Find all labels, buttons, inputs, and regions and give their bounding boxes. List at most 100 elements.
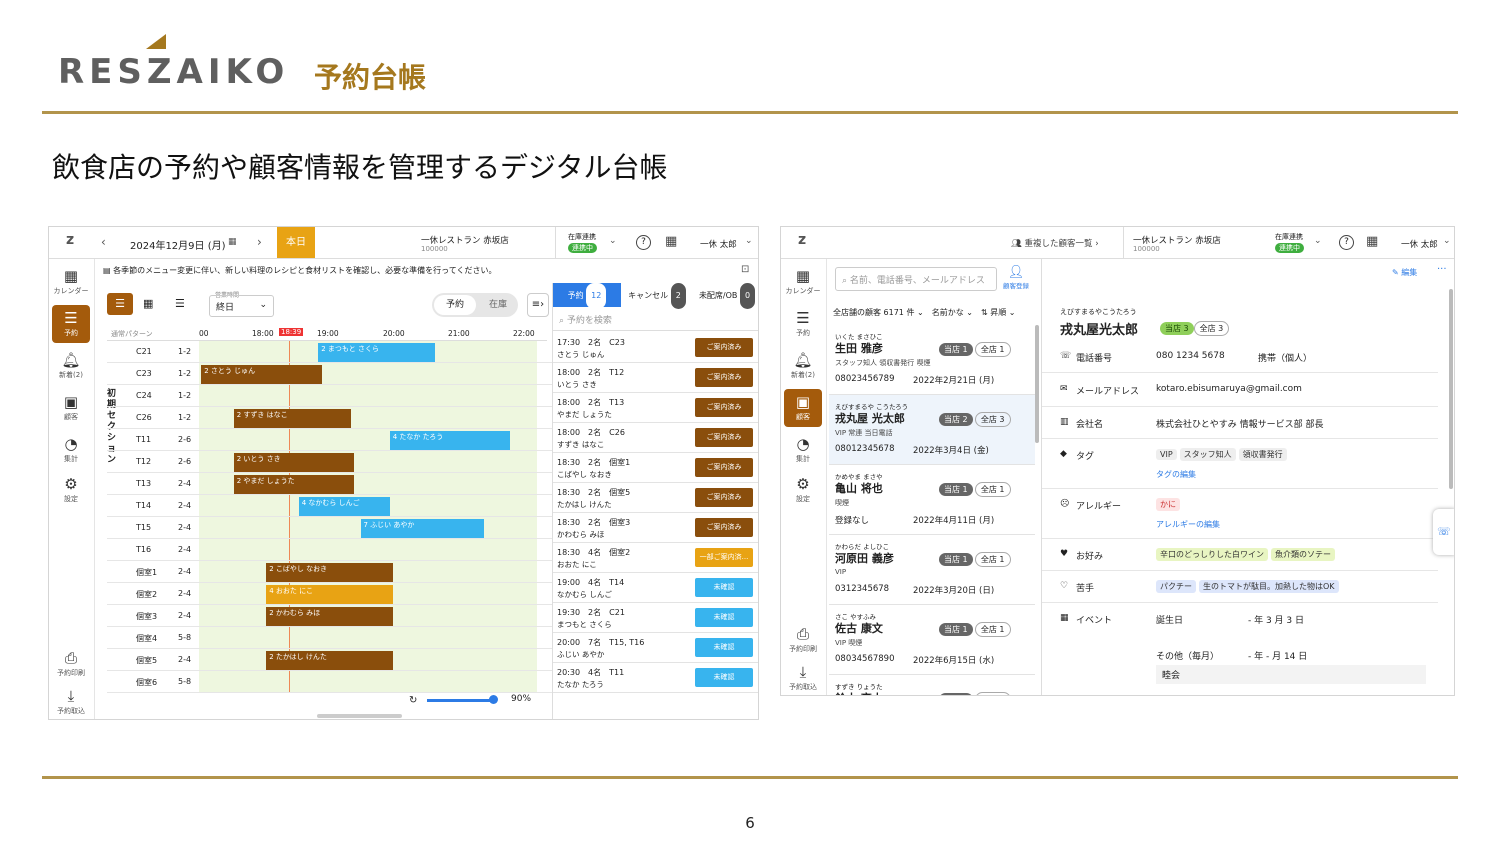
- sidebar-item-stats[interactable]: ◔ 集計: [52, 431, 90, 469]
- help-icon[interactable]: ?: [636, 235, 651, 250]
- status-button[interactable]: ご案内済み: [695, 398, 753, 417]
- reservation-bar[interactable]: 4 おおた にこ: [266, 585, 393, 604]
- phone-call-icon[interactable]: ☏: [1433, 509, 1454, 555]
- sidebar-item-calendar[interactable]: ▦ カレンダー: [52, 263, 90, 301]
- sidebar-item-new[interactable]: 🔔︎ 新着(2): [52, 347, 90, 385]
- zoom-slider[interactable]: [427, 699, 497, 702]
- hours-select[interactable]: 終日 ⌄: [209, 295, 274, 317]
- zoom-slider-handle[interactable]: [489, 695, 498, 704]
- help-icon[interactable]: ?: [1339, 235, 1354, 250]
- status-button[interactable]: ご案内済み: [695, 428, 753, 447]
- horizontal-scrollbar[interactable]: [317, 714, 402, 718]
- sidebar-item-print[interactable]: ⎙ 予約印刷: [784, 621, 822, 659]
- list-scrollbar[interactable]: [1035, 325, 1039, 443]
- panel-toggle-icon[interactable]: ≡›: [527, 293, 549, 317]
- reservation-bar[interactable]: 2 こばやし なおき: [266, 563, 393, 582]
- status-button[interactable]: ご案内済み: [695, 488, 753, 507]
- date-label[interactable]: 2024年12月9日 (月): [130, 237, 226, 252]
- today-button[interactable]: 本日: [277, 227, 315, 258]
- reservation-bar[interactable]: 2 やまだ しょうた: [233, 475, 354, 494]
- chevron-down-icon[interactable]: ⌄: [609, 236, 617, 246]
- status-button[interactable]: 未確認: [695, 608, 753, 627]
- status-button[interactable]: ご案内済み: [695, 458, 753, 477]
- edit-allergy-link[interactable]: アレルギーの編集: [1156, 519, 1220, 530]
- status-button[interactable]: 未確認: [695, 668, 753, 687]
- reservation-item[interactable]: 18:30 2名 個室3 かわむら みほ ご案内済み: [553, 513, 758, 543]
- sidebar-item-reservations[interactable]: ☰ 予約: [784, 305, 822, 343]
- view-toggle[interactable]: 予約 在庫: [432, 293, 518, 317]
- tab-unassigned[interactable]: 未配席/OB 0: [693, 283, 758, 309]
- phone-value[interactable]: 080 1234 5678: [1156, 351, 1225, 361]
- list-view-button[interactable]: ☰: [175, 297, 185, 310]
- customer-search[interactable]: ⌕ 名前、電話番号、メールアドレス: [835, 267, 997, 291]
- customer-item[interactable]: かめやま まさや 亀山 将也 当店 1 全店 1 喫煙 登録なし 2022年4月11日 (…: [829, 465, 1035, 535]
- reservation-bar[interactable]: 7 ふじい あやか: [360, 519, 484, 538]
- reservation-bar[interactable]: 2 いとう さき: [233, 453, 354, 472]
- expand-icon[interactable]: ⊡: [741, 264, 749, 275]
- status-button[interactable]: ご案内済み: [695, 518, 753, 537]
- customer-item[interactable]: すずき りょうた鈴木 亮太当店 1 全店 1: [829, 675, 1035, 695]
- reservation-item[interactable]: 18:00 2名 T12 いとう さき ご案内済み: [553, 363, 758, 393]
- reservation-bar[interactable]: 4 なかむら しんご: [298, 497, 390, 516]
- reservation-bar[interactable]: 2 たかはし けんた: [266, 651, 393, 670]
- timeline-view-button[interactable]: ☰: [107, 293, 133, 315]
- customer-item[interactable]: さこ やすふみ 佐古 康文 当店 1 全店 1 VIP 喫煙 08034567890 20…: [829, 605, 1035, 675]
- toggle-reservation[interactable]: 予約: [434, 295, 476, 315]
- reservation-bar[interactable]: 4 たなか たろう: [389, 431, 510, 450]
- reservation-item[interactable]: 17:30 2名 C23 さとう じゅん ご案内済み: [553, 333, 758, 363]
- sidebar-item-settings[interactable]: ⚙ 設定: [52, 471, 90, 509]
- sidebar-item-reservations[interactable]: ☰ 予約: [52, 305, 90, 343]
- customer-item[interactable]: かわらだ よしひこ 河原田 義彦 当店 1 全店 1 VIP 0312345678 202…: [829, 535, 1035, 605]
- apps-grid-icon[interactable]: ▦: [665, 234, 677, 249]
- edit-tags-link[interactable]: タグの編集: [1156, 469, 1196, 480]
- user-menu-chevron-icon[interactable]: ⌄: [1443, 236, 1451, 246]
- reservation-item[interactable]: 18:30 2名 個室5 たかはし けんた ご案内済み: [553, 483, 758, 513]
- reservation-item[interactable]: 19:00 4名 T14 なかむら しんご 未確認: [553, 573, 758, 603]
- reservation-bar[interactable]: 2 まつもと さくら: [318, 343, 436, 362]
- sidebar-item-customers[interactable]: ▣ 顧客: [52, 389, 90, 427]
- user-menu-chevron-icon[interactable]: ⌄: [745, 236, 753, 246]
- customer-item[interactable]: いくた まさひこ 生田 雅彦 当店 1 全店 1 スタッフ知人 領収書発行 喫煙 080…: [829, 325, 1035, 395]
- reservation-item[interactable]: 20:00 7名 T15, T16 ふじい あやか 未確認: [553, 633, 758, 663]
- sidebar-item-new[interactable]: 🔔︎ 新着(2): [784, 347, 822, 385]
- seat-view-button[interactable]: ▦: [143, 297, 153, 310]
- status-button[interactable]: 未確認: [695, 638, 753, 657]
- email-value[interactable]: kotaro.ebisumaruya@gmail.com: [1156, 384, 1302, 394]
- toggle-stock[interactable]: 在庫: [478, 295, 518, 315]
- reservation-item[interactable]: 18:30 2名 個室1 こばやし なおき ご案内済み: [553, 453, 758, 483]
- reservation-item[interactable]: 19:30 2名 C21 まつもと さくら 未確認: [553, 603, 758, 633]
- customer-item[interactable]: えびすまるや こうたろう 戎丸屋 光太郎 当店 2 全店 3 VIP 常連 当日電話 0…: [829, 395, 1035, 465]
- sidebar-item-import[interactable]: ⤓ 予約取込: [784, 659, 822, 695]
- next-day-button[interactable]: ›: [257, 235, 262, 249]
- filter-bar[interactable]: 全店舗の顧客 6171 件 ⌄ 名前かな ⌄ ⇅ 昇順 ⌄: [833, 307, 1015, 318]
- more-icon[interactable]: ···: [1437, 264, 1447, 275]
- sidebar-item-calendar[interactable]: ▦ カレンダー: [784, 263, 822, 301]
- reservation-bar[interactable]: 2 すずき はなこ: [233, 409, 351, 428]
- tab-reservations[interactable]: 予約 12: [553, 283, 621, 309]
- reservation-bar[interactable]: 2 さとう じゅん: [201, 365, 322, 384]
- chevron-down-icon[interactable]: ⌄: [1314, 236, 1322, 246]
- status-button[interactable]: ご案内済み: [695, 368, 753, 387]
- reservation-item[interactable]: 18:00 2名 T13 やまだ しょうた ご案内済み: [553, 393, 758, 423]
- sidebar-item-import[interactable]: ⤓ 予約取込: [52, 683, 90, 719]
- edit-button[interactable]: ✎ 編集: [1392, 267, 1417, 278]
- user-name[interactable]: 一休 太郎: [1401, 238, 1438, 250]
- duplicate-customers-link[interactable]: 👥︎ 重複した顧客一覧 ›: [1011, 237, 1099, 249]
- status-button[interactable]: 未確認: [695, 578, 753, 597]
- detail-scrollbar[interactable]: [1449, 289, 1453, 489]
- reservation-bar[interactable]: 2 かわむら みほ: [266, 607, 393, 626]
- sidebar-item-print[interactable]: ⎙ 予約印刷: [52, 645, 90, 683]
- sidebar-item-stats[interactable]: ◔ 集計: [784, 431, 822, 469]
- tab-cancel[interactable]: キャンセル 2: [623, 283, 691, 309]
- reservation-search[interactable]: ⌕ 予約を検索: [553, 309, 758, 331]
- status-button[interactable]: ご案内済み: [695, 338, 753, 357]
- reservation-item[interactable]: 20:30 4名 T11 たなか たろう 未確認: [553, 663, 758, 693]
- calendar-icon[interactable]: ▦: [228, 237, 237, 247]
- sidebar-item-settings[interactable]: ⚙ 設定: [784, 471, 822, 509]
- reservation-item[interactable]: 18:00 2名 C26 すずき はなこ ご案内済み: [553, 423, 758, 453]
- sidebar-item-customers[interactable]: ▣ 顧客: [784, 389, 822, 427]
- user-name[interactable]: 一休 太郎: [700, 238, 737, 250]
- register-customer-button[interactable]: 👤︎ 顧客登録: [1003, 265, 1029, 290]
- reservation-item[interactable]: 18:30 4名 個室2 おおた にこ 一部ご案内済...: [553, 543, 758, 573]
- prev-day-button[interactable]: ‹: [101, 235, 106, 249]
